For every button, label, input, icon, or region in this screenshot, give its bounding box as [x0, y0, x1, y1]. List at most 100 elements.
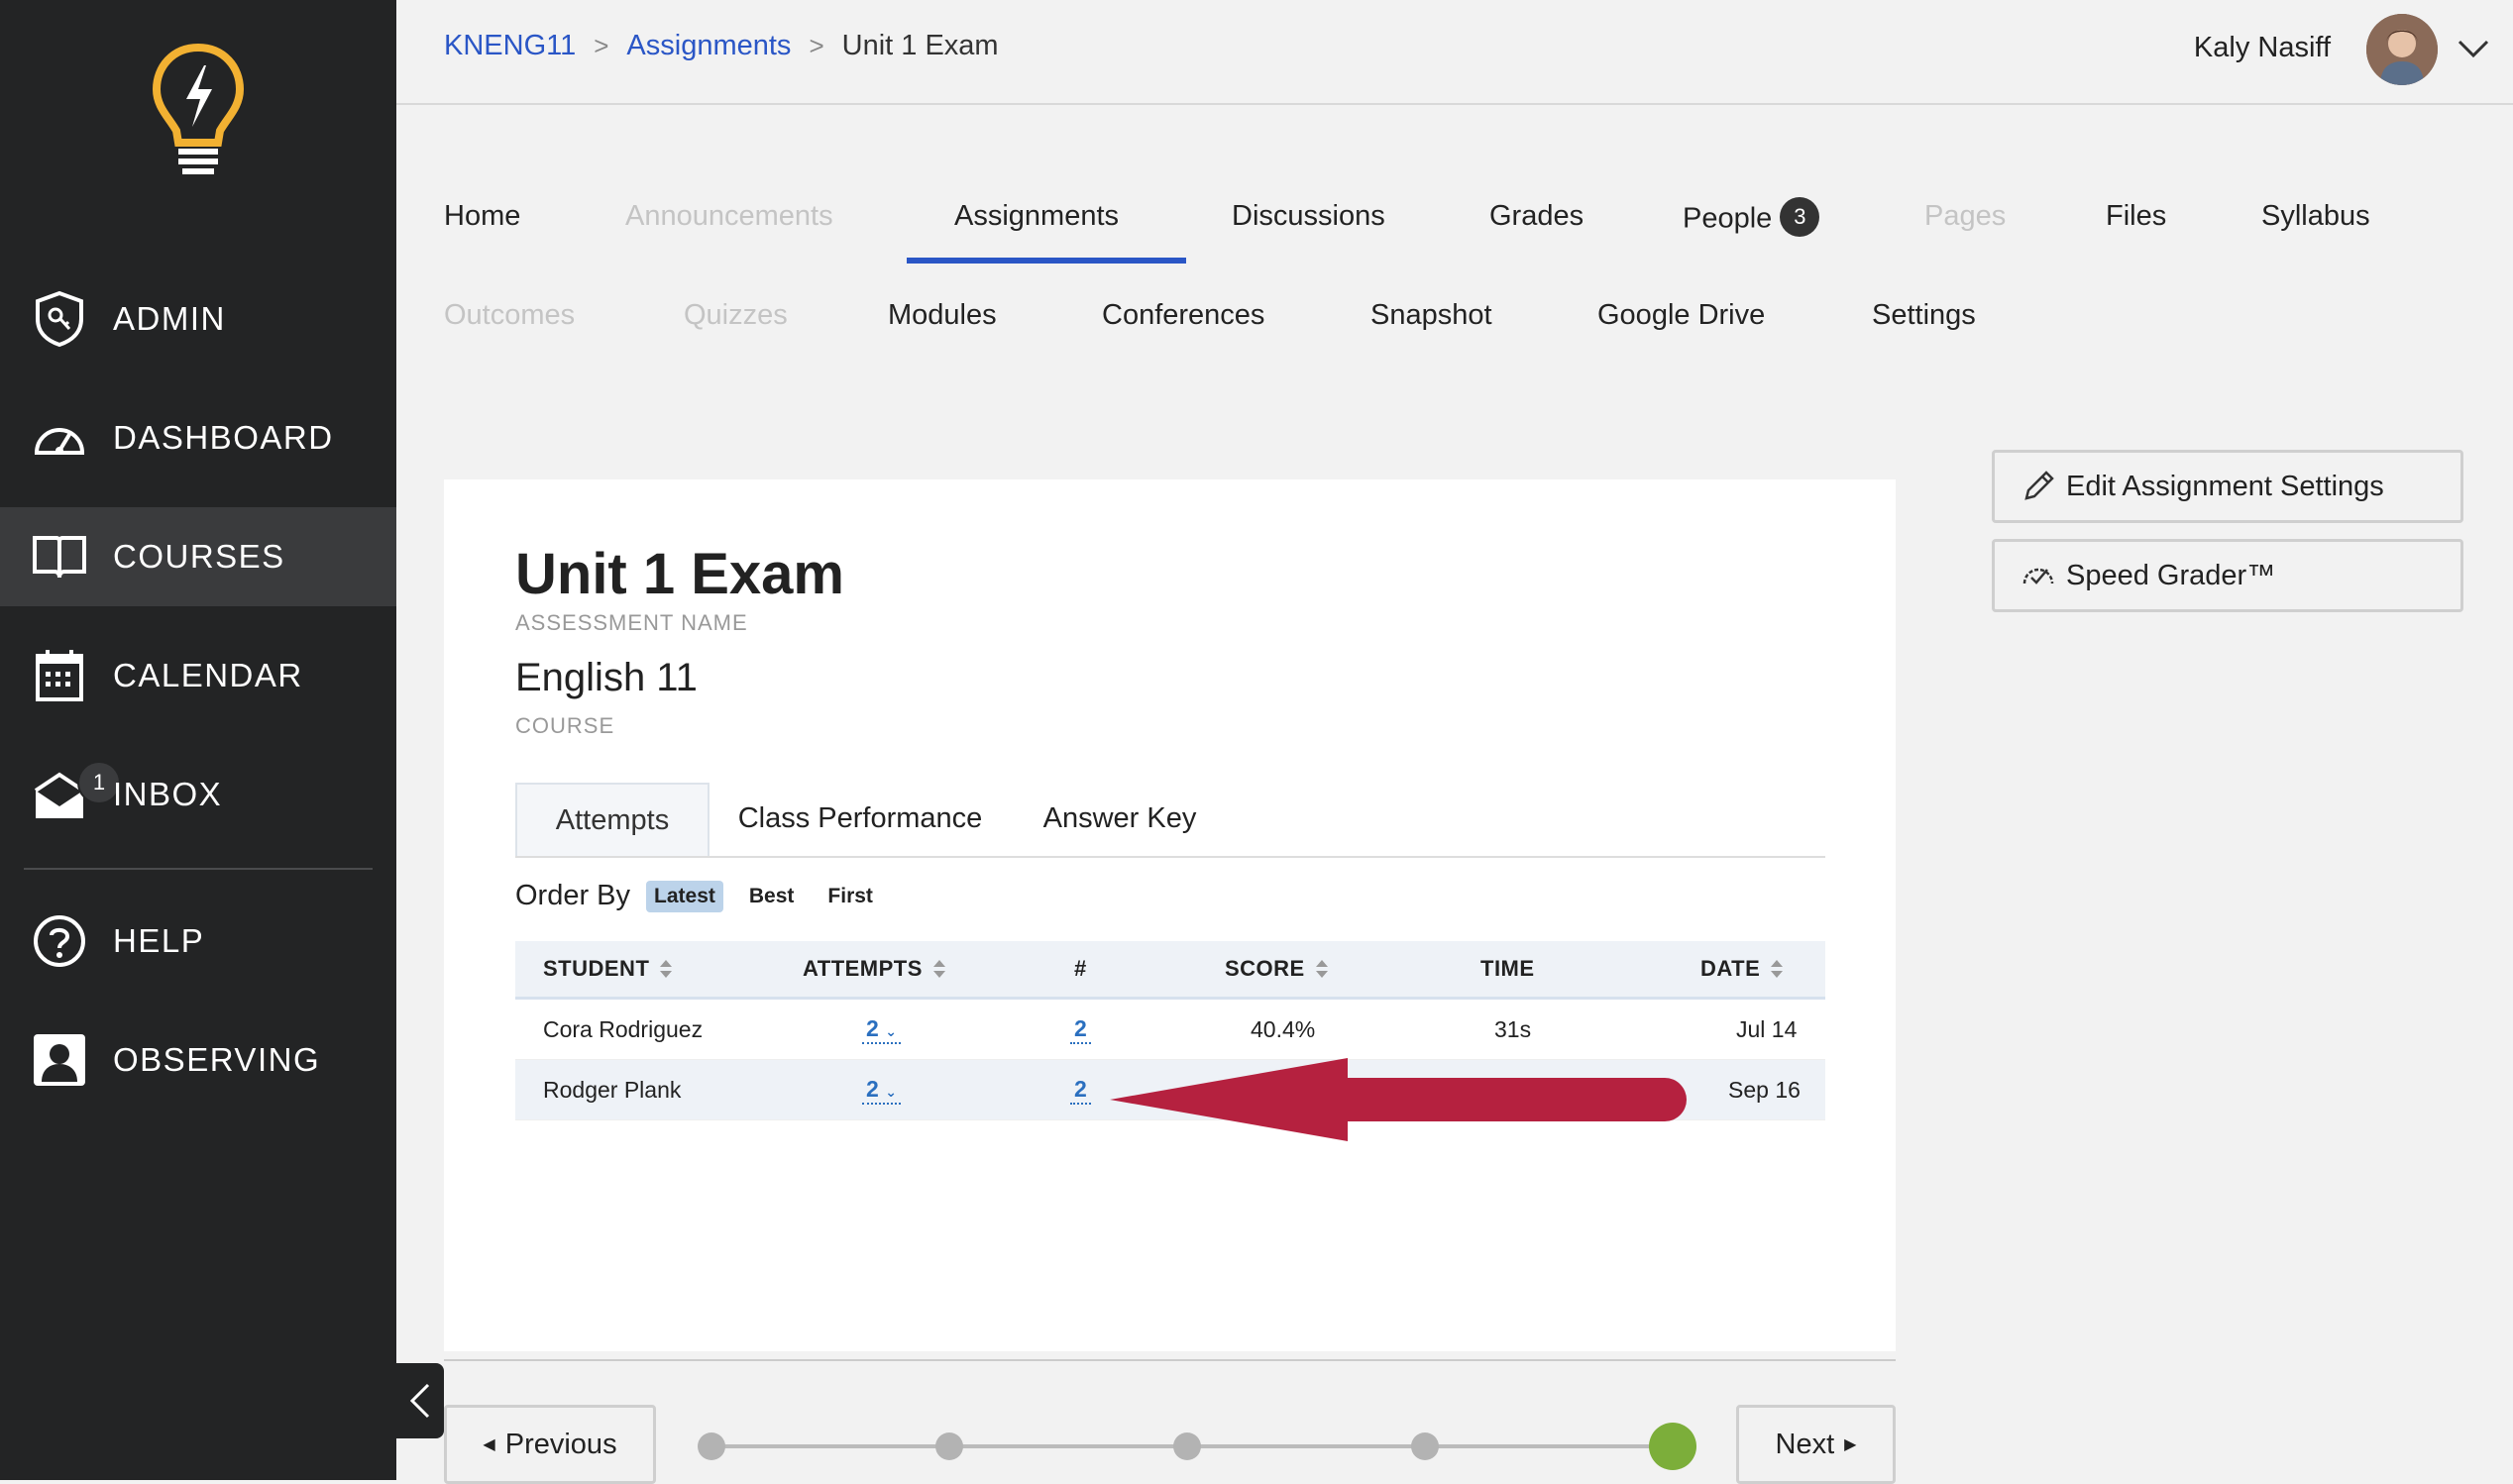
chevron-left-icon	[409, 1383, 430, 1419]
time-value: 31s	[1494, 1015, 1532, 1042]
people-count-badge: 3	[1780, 197, 1820, 237]
progress-step[interactable]	[1173, 1432, 1201, 1460]
column-attempts[interactable]: ATTEMPTS	[803, 941, 946, 997]
lightbulb-logo-icon[interactable]	[149, 40, 248, 178]
tab-pages[interactable]: Pages	[1924, 200, 2006, 233]
progress-step[interactable]	[1411, 1432, 1439, 1460]
avatar[interactable]	[2366, 14, 2438, 85]
speedometer-icon	[30, 408, 89, 468]
sidebar-item-label: OBSERVING	[113, 1041, 321, 1078]
edit-assignment-settings-button[interactable]: Edit Assignment Settings	[1992, 450, 2463, 523]
column-date[interactable]: DATE	[1700, 941, 1784, 997]
next-button[interactable]: Next ▶	[1736, 1405, 1896, 1484]
progress-step[interactable]	[935, 1432, 963, 1460]
sidebar-item-label: CALENDAR	[113, 657, 303, 693]
column-student[interactable]: STUDENT	[543, 941, 673, 997]
speedometer-check-icon	[2022, 568, 2054, 584]
attempt-number-link[interactable]: 2	[1070, 1000, 1091, 1059]
sidebar-item-label: ADMIN	[113, 300, 226, 337]
breadcrumb-assignments-link[interactable]: Assignments	[626, 30, 791, 62]
tab-outcomes[interactable]: Outcomes	[444, 299, 575, 332]
assessment-name-caption: ASSESSMENT NAME	[515, 610, 748, 635]
footer-divider	[444, 1359, 1896, 1361]
column-label: STUDENT	[543, 956, 650, 981]
order-by-controls: Order By Latest Best First	[515, 880, 899, 912]
tab-files[interactable]: Files	[2106, 200, 2166, 233]
chevron-down-icon[interactable]	[2454, 28, 2493, 67]
tab-google-drive[interactable]: Google Drive	[1597, 299, 1765, 332]
progress-step[interactable]	[698, 1432, 725, 1460]
previous-label: Previous	[504, 1428, 617, 1460]
caret-left-icon: ◀	[483, 1436, 495, 1453]
sort-icon	[660, 960, 673, 978]
attempts-dropdown[interactable]: 2 ⌄	[862, 1060, 901, 1119]
sidebar-item-courses[interactable]: COURSES	[0, 507, 396, 606]
order-by-label: Order By	[515, 880, 631, 911]
sidebar-item-calendar[interactable]: CALENDAR	[0, 626, 396, 725]
attempts-count: 2	[866, 1014, 879, 1041]
column-label: DATE	[1700, 956, 1761, 981]
column-label: SCORE	[1225, 956, 1305, 981]
attempts-dropdown[interactable]: 2 ⌄	[862, 1000, 901, 1059]
tab-discussions[interactable]: Discussions	[1232, 200, 1385, 233]
sidebar-item-inbox[interactable]: 1 INBOX	[0, 745, 396, 844]
sidebar-item-label: COURSES	[113, 538, 285, 575]
tab-people[interactable]: People 3	[1683, 197, 1820, 240]
tab-answer-key[interactable]: Answer Key	[1031, 783, 1209, 854]
tab-class-performance[interactable]: Class Performance	[721, 783, 999, 854]
column-time: TIME	[1480, 956, 1535, 981]
edit-assignment-settings-label: Edit Assignment Settings	[2066, 470, 2384, 502]
collapse-sidebar-button[interactable]	[396, 1363, 444, 1438]
attempt-number: 2	[1070, 1076, 1091, 1105]
order-best-option[interactable]: Best	[741, 881, 803, 912]
book-icon	[30, 527, 89, 586]
course-name: English 11	[515, 656, 698, 699]
progress-step-current[interactable]	[1649, 1423, 1696, 1470]
tab-attempts[interactable]: Attempts	[515, 783, 710, 856]
next-label: Next	[1775, 1428, 1835, 1460]
sort-icon	[1315, 960, 1328, 978]
sidebar-item-help[interactable]: HELP	[0, 892, 396, 991]
previous-button[interactable]: ◀ Previous	[444, 1405, 656, 1484]
sidebar-item-observing[interactable]: OBSERVING	[0, 1010, 396, 1110]
person-icon	[30, 1030, 89, 1090]
sidebar-item-dashboard[interactable]: DASHBOARD	[0, 388, 396, 487]
table-row: Cora Rodriguez 2 ⌄ 2 40.4% 31s Jul 14	[515, 1000, 1825, 1060]
order-first-option[interactable]: First	[819, 881, 881, 912]
user-name[interactable]: Kaly Nasiff	[2194, 32, 2331, 64]
speed-grader-button[interactable]: Speed Grader™	[1992, 539, 2463, 612]
column-score[interactable]: SCORE	[1225, 941, 1329, 997]
sidebar-item-label: DASHBOARD	[113, 419, 334, 456]
tab-people-label: People	[1683, 202, 1773, 235]
caret-right-icon: ▶	[1844, 1436, 1857, 1453]
tab-announcements[interactable]: Announcements	[625, 200, 833, 233]
chevron-down-icon: ⌄	[885, 1022, 897, 1039]
top-bar: KNENG11 > Assignments > Unit 1 Exam Kaly…	[396, 0, 2513, 105]
student-name: Cora Rodriguez	[543, 1015, 704, 1042]
sort-icon	[932, 960, 945, 978]
tab-settings[interactable]: Settings	[1872, 299, 1976, 332]
score-value: 40.4%	[1251, 1015, 1316, 1042]
calendar-icon	[30, 646, 89, 705]
tab-modules[interactable]: Modules	[888, 299, 997, 332]
pencil-icon	[2024, 471, 2054, 500]
tab-conferences[interactable]: Conferences	[1102, 299, 1264, 332]
sort-icon	[1771, 960, 1784, 978]
tab-assignments[interactable]: Assignments	[954, 200, 1119, 233]
breadcrumb: KNENG11 > Assignments > Unit 1 Exam	[444, 30, 999, 62]
date-value: Jul 14	[1736, 1015, 1798, 1042]
attempt-number-link[interactable]: 2	[1070, 1060, 1091, 1119]
breadcrumb-current: Unit 1 Exam	[841, 30, 999, 61]
sidebar-item-label: HELP	[113, 922, 205, 959]
tab-home[interactable]: Home	[444, 200, 520, 233]
tab-snapshot[interactable]: Snapshot	[1370, 299, 1492, 332]
sidebar-item-admin[interactable]: ADMIN	[0, 269, 396, 369]
order-latest-option[interactable]: Latest	[646, 880, 723, 912]
question-icon	[30, 911, 89, 971]
tab-quizzes[interactable]: Quizzes	[684, 299, 788, 332]
tab-grades[interactable]: Grades	[1489, 200, 1584, 233]
tab-syllabus[interactable]: Syllabus	[2261, 200, 2370, 233]
breadcrumb-course-link[interactable]: KNENG11	[444, 30, 576, 62]
page-title: Unit 1 Exam	[515, 542, 844, 606]
envelope-icon: 1	[30, 761, 121, 824]
